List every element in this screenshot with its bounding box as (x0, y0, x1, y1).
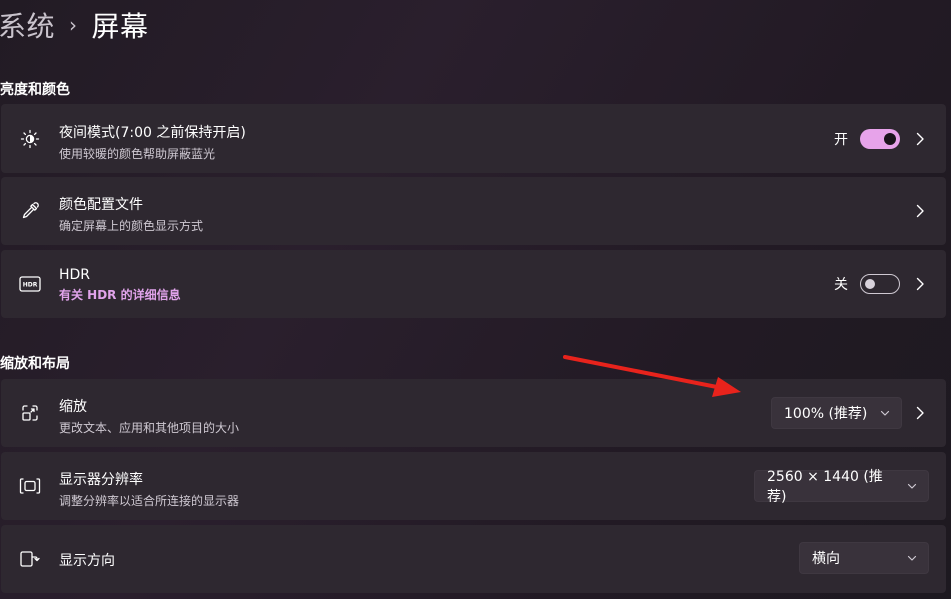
night-light-toggle-group: 开 (834, 129, 900, 149)
scale-card[interactable]: 缩放 更改文本、应用和其他项目的大小 100% (推荐) (1, 379, 946, 447)
orientation-card: 显示方向 横向 (1, 525, 946, 593)
resolution-title: 显示器分辨率 (59, 472, 143, 488)
scale-texts: 缩放 更改文本、应用和其他项目的大小 (59, 396, 239, 436)
night-light-title: 夜间模式(7:00 之前保持开启) (59, 125, 246, 141)
eyedropper-icon (18, 199, 42, 223)
brightness-icon (18, 127, 42, 151)
night-light-texts: 夜间模式(7:00 之前保持开启) 使用较暖的颜色帮助屏蔽蓝光 (59, 122, 246, 162)
hdr-toggle-group: 关 (834, 274, 900, 294)
page-title: 屏幕 (91, 10, 149, 43)
color-profile-subtitle: 确定屏幕上的颜色显示方式 (59, 219, 204, 233)
section-title-scale-layout: 缩放和布局 (0, 356, 70, 372)
resolution-dropdown[interactable]: 2560 × 1440 (推荐) (754, 469, 929, 505)
color-profile-card[interactable]: 颜色配置文件 确定屏幕上的颜色显示方式 (1, 177, 946, 245)
svg-text:HDR: HDR (23, 282, 38, 289)
night-light-subtitle: 使用较暖的颜色帮助屏蔽蓝光 (59, 147, 216, 161)
hdr-title: HDR (59, 267, 91, 283)
breadcrumb-system-link[interactable]: 系统 (0, 5, 55, 45)
breadcrumb-separator: › (69, 13, 78, 37)
resolution-texts: 显示器分辨率 调整分辨率以适合所连接的显示器 (59, 469, 239, 509)
night-light-state-label: 开 (834, 132, 848, 148)
hdr-card[interactable]: HDR HDR 有关 HDR 的详细信息 关 (1, 250, 946, 318)
scale-dropdown-value: 100% (推荐) (784, 406, 868, 422)
orientation-dropdown[interactable]: 横向 (799, 542, 929, 574)
hdr-texts: HDR 有关 HDR 的详细信息 (59, 267, 181, 303)
chevron-right-icon[interactable] (912, 405, 928, 421)
hdr-state-label: 关 (834, 277, 848, 293)
resolution-card: 显示器分辨率 调整分辨率以适合所连接的显示器 2560 × 1440 (推荐) (1, 452, 946, 520)
chevron-down-icon (907, 555, 917, 561)
scale-icon (18, 401, 42, 425)
color-profile-texts: 颜色配置文件 确定屏幕上的颜色显示方式 (59, 194, 203, 234)
chevron-down-icon (880, 410, 890, 416)
night-light-card[interactable]: 夜间模式(7:00 之前保持开启) 使用较暖的颜色帮助屏蔽蓝光 开 (1, 104, 946, 173)
resolution-dropdown-value: 2560 × 1440 (推荐) (767, 469, 883, 505)
hdr-toggle[interactable] (860, 274, 900, 294)
hdr-icon: HDR (18, 272, 42, 296)
orientation-texts: 显示方向 (59, 550, 115, 570)
orientation-title: 显示方向 (59, 553, 115, 569)
resolution-subtitle: 调整分辨率以适合所连接的显示器 (59, 494, 240, 508)
hdr-learn-more-link[interactable]: 有关 HDR 的详细信息 (59, 286, 181, 303)
display-settings-page: 系统 › 屏幕 亮度和颜色 夜间模式(7:00 之前保持开启) 使用较暖的颜色帮… (0, 0, 951, 599)
color-profile-title: 颜色配置文件 (59, 197, 143, 213)
orientation-icon (18, 547, 42, 571)
resolution-icon (18, 474, 42, 498)
breadcrumb: 系统 › 屏幕 (0, 2, 149, 48)
scale-title: 缩放 (59, 399, 87, 415)
section-title-brightness-color: 亮度和颜色 (0, 82, 70, 98)
chevron-right-icon[interactable] (912, 276, 928, 292)
chevron-right-icon[interactable] (912, 203, 928, 219)
orientation-dropdown-value: 横向 (812, 551, 840, 567)
chevron-right-icon[interactable] (912, 131, 928, 147)
scale-dropdown[interactable]: 100% (推荐) (771, 397, 902, 429)
chevron-down-icon (907, 483, 917, 489)
scale-subtitle: 更改文本、应用和其他项目的大小 (59, 421, 240, 435)
night-light-toggle[interactable] (860, 129, 900, 149)
